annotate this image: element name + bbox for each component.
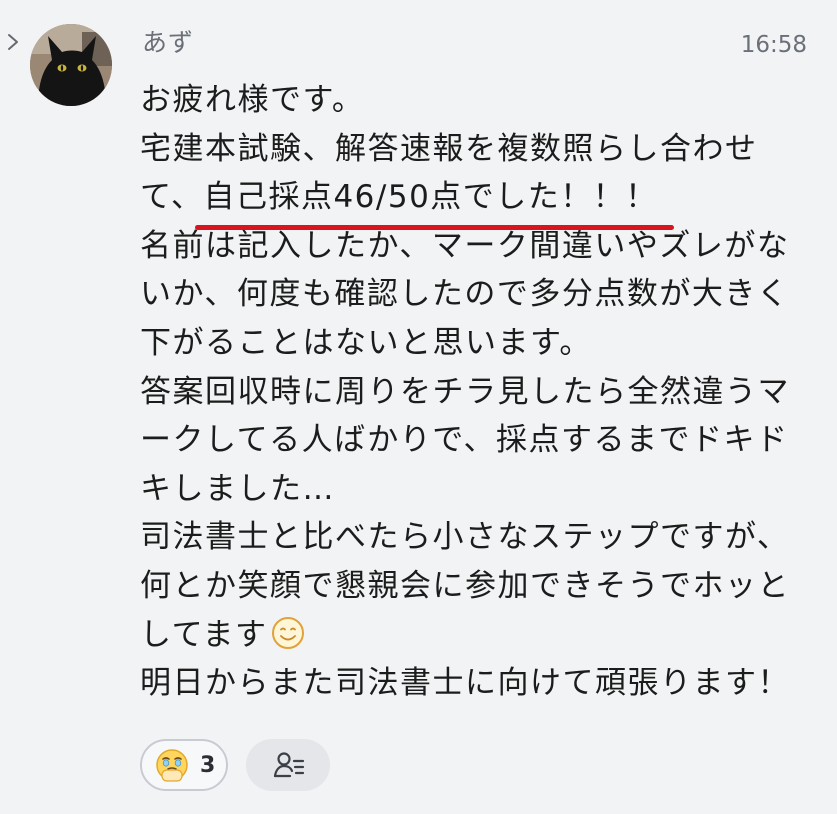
message-line: お疲れ様です。 [140,82,365,118]
message-text: て、 [140,179,204,216]
black-cat-avatar-image [30,24,112,106]
message-line: してます [140,611,810,660]
message-line: キしました… [140,470,335,507]
message-line: 宅建本試験、解答速報を複数照らし合わせ [140,130,758,167]
message-line: ークしてる人ばかりで、採点するまでドキド [140,422,789,459]
chevron-right-icon[interactable] [6,32,20,52]
message-body: お疲れ様です。 宅建本試験、解答速報を複数照らし合わせ て、自己採点46/50点… [140,76,810,708]
message-line: 下がることはないと思います。 [140,324,592,361]
smiling-face-icon [271,616,304,649]
face-holding-back-tears-icon [156,749,188,782]
avatar[interactable] [30,24,112,106]
underlined-score-text: 自己採点46/50点でした！！！ [195,173,675,230]
reaction-count: 3 [200,753,216,778]
message-line: て、自己採点46/50点でした！！！ [140,173,810,230]
reader-list-icon [273,752,305,778]
message-line: いか、何度も確認したので多分点数が大きく [140,276,790,313]
reaction-button[interactable]: 3 [140,739,228,791]
message-line: 答案回収時に周りをチラ見したら全然違うマ [140,373,790,410]
message-line: 明日からまた司法書士に向けて頑張ります！ [140,665,790,702]
sender-name[interactable]: あず [142,26,194,60]
reader-list-button[interactable] [246,739,330,791]
message-text: してます [140,616,268,653]
message-line: 司法書士と比べたら小さなステップですが、 [140,519,790,556]
message-timestamp: 16:58 [740,32,807,58]
message-line: 何とか笑顔で懇親会に参加できそうでホッと [140,567,790,604]
